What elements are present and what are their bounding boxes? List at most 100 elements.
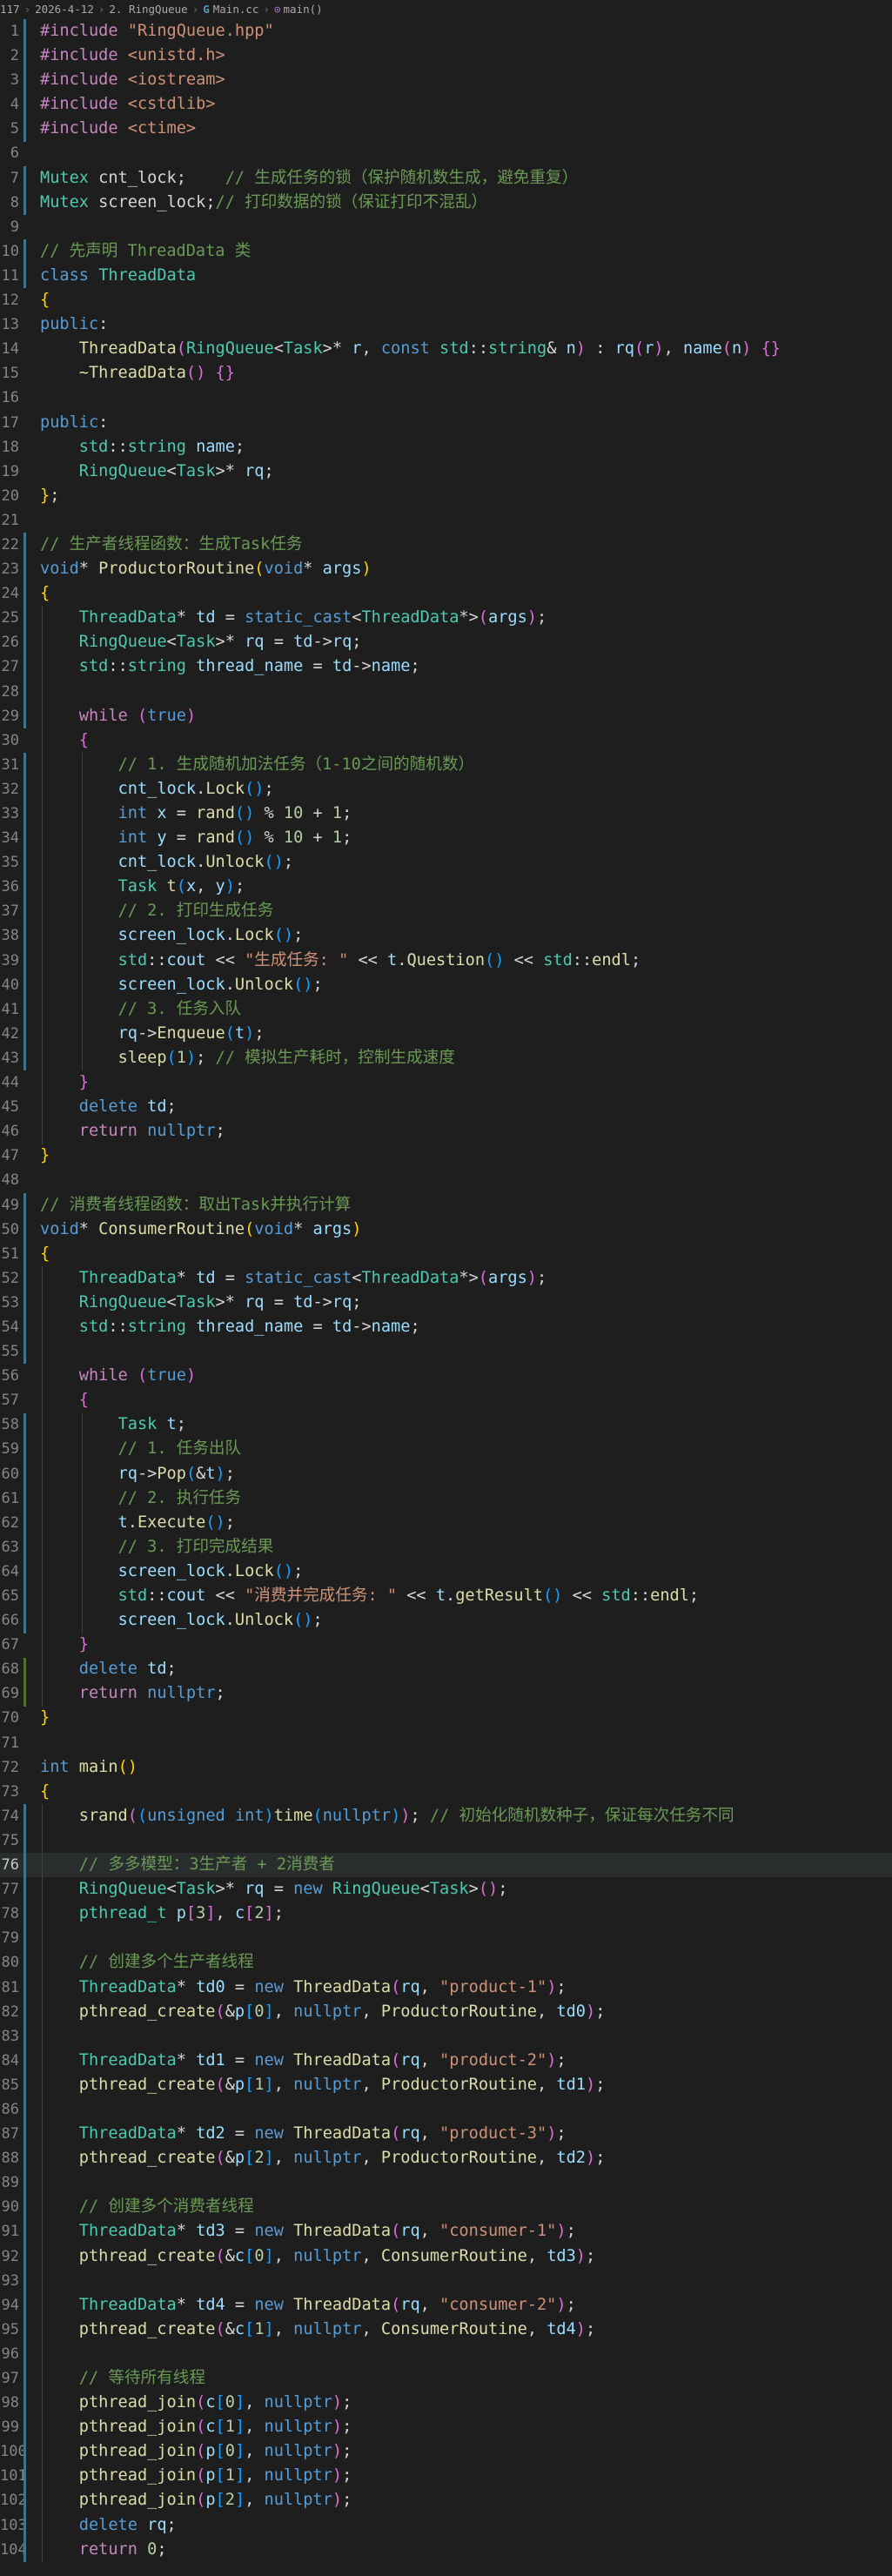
code-line[interactable]: 89	[0, 2170, 892, 2195]
code-line[interactable]: 12 {	[0, 288, 892, 312]
breadcrumb-file[interactable]: Main.cc	[213, 3, 259, 16]
code-line[interactable]: 62 t.Execute();	[0, 1511, 892, 1535]
code-line[interactable]: 35 cnt_lock.Unlock();	[0, 850, 892, 875]
code-line[interactable]: 15 ~ThreadData() {}	[0, 361, 892, 386]
code-line[interactable]: 92 pthread_create(&c[0], nullptr, Consum…	[0, 2244, 892, 2269]
code-line[interactable]: 102 pthread_join(p[2], nullptr);	[0, 2488, 892, 2512]
code-line[interactable]: 76 // 多多模型：3生产者 + 2消费者	[0, 1853, 892, 1878]
code-line[interactable]: 90 // 创建多个消费者线程	[0, 2195, 892, 2219]
code-line[interactable]: 47}	[0, 1144, 892, 1168]
code-line[interactable]: 100 pthread_join(p[0], nullptr);	[0, 2439, 892, 2464]
code-line[interactable]: 104 return 0;	[0, 2538, 892, 2562]
gutter-modified-marker[interactable]	[23, 238, 26, 289]
code-line[interactable]: 69 return nullptr;	[0, 1681, 892, 1706]
code-line[interactable]: 25 ThreadData* td = static_cast<ThreadDa…	[0, 606, 892, 630]
code-line[interactable]: 75	[0, 1828, 892, 1853]
code-line[interactable]: 51 {	[0, 1242, 892, 1266]
code-line[interactable]: 34 int y = rand() % 10 + 1;	[0, 826, 892, 850]
code-line[interactable]: 103 delete rq;	[0, 2513, 892, 2538]
code-line[interactable]: 91 ThreadData* td3 = new ThreadData(rq, …	[0, 2219, 892, 2244]
code-line[interactable]: 99 pthread_join(c[1], nullptr);	[0, 2415, 892, 2439]
code-line[interactable]: 72 int main()	[0, 1755, 892, 1780]
code-line[interactable]: 97 // 等待所有线程	[0, 2366, 892, 2391]
code-line[interactable]: 68 delete td;	[0, 1657, 892, 1681]
code-line[interactable]: 40 screen_lock.Unlock();	[0, 973, 892, 997]
code-line[interactable]: 79	[0, 1926, 892, 1950]
code-line[interactable]: 44 }	[0, 1070, 892, 1095]
code-line[interactable]: 36 Task t(x, y);	[0, 875, 892, 899]
code-line[interactable]: 74 srand((unsigned int)time(nullptr)); /…	[0, 1804, 892, 1828]
code-line[interactable]: 101 pthread_join(p[1], nullptr);	[0, 2464, 892, 2488]
gutter-modified-marker[interactable]	[23, 533, 26, 728]
code-line[interactable]: 1 #include "RingQueue.hpp"	[0, 19, 892, 44]
code-line[interactable]: 49 // 消费者线程函数：取出Task并执行计算	[0, 1193, 892, 1218]
code-line[interactable]: 43 sleep(1); // 模拟生产耗时，控制生成速度	[0, 1046, 892, 1070]
code-line[interactable]: 9	[0, 215, 892, 239]
code-line[interactable]: 20};	[0, 484, 892, 508]
gutter-modified-marker[interactable]	[23, 165, 26, 215]
code-line[interactable]: 71	[0, 1731, 892, 1755]
code-line[interactable]: 77 RingQueue<Task>* rq = new RingQueue<T…	[0, 1877, 892, 1902]
code-line[interactable]: 88 pthread_create(&p[2], nullptr, Produc…	[0, 2146, 892, 2170]
code-line[interactable]: 7 Mutex cnt_lock; // 生成任务的锁（保护随机数生成，避免重复）	[0, 166, 892, 191]
code-line[interactable]: 46 return nullptr;	[0, 1119, 892, 1144]
code-line[interactable]: 67 }	[0, 1633, 892, 1657]
code-line[interactable]: 38 screen_lock.Lock();	[0, 923, 892, 948]
gutter-modified-marker[interactable]	[23, 753, 26, 1071]
code-line[interactable]: 53 RingQueue<Task>* rq = td->rq;	[0, 1291, 892, 1315]
code-line[interactable]: 39 std::cout << "生成任务: " << t.Question()…	[0, 949, 892, 973]
code-line[interactable]: 65 std::cout << "消费并完成任务: " << t.getResu…	[0, 1584, 892, 1608]
code-editor[interactable]: 1 #include "RingQueue.hpp" 2 #include <unis…	[0, 19, 892, 2563]
code-line[interactable]: 81 ThreadData* td0 = new ThreadData(rq, …	[0, 1976, 892, 2000]
code-line[interactable]: 48	[0, 1168, 892, 1192]
code-line[interactable]: 93	[0, 2269, 892, 2293]
code-line[interactable]: 17 public:	[0, 411, 892, 435]
code-line[interactable]: 13 public:	[0, 312, 892, 337]
code-line[interactable]: 56 while (true)	[0, 1364, 892, 1388]
code-line[interactable]: 59 // 1. 任务出队	[0, 1437, 892, 1461]
code-line[interactable]: 4 #include <cstdlib>	[0, 92, 892, 117]
code-line[interactable]: 84 ThreadData* td1 = new ThreadData(rq, …	[0, 2049, 892, 2073]
code-line[interactable]: 85 pthread_create(&p[1], nullptr, Produc…	[0, 2073, 892, 2097]
code-line[interactable]: 29 while (true)	[0, 704, 892, 728]
code-line[interactable]: 24 {	[0, 581, 892, 606]
code-line[interactable]: 54 std::string thread_name = td->name;	[0, 1315, 892, 1339]
code-line[interactable]: 18 std::string name;	[0, 435, 892, 460]
code-line[interactable]: 57 {	[0, 1388, 892, 1412]
code-line[interactable]: 10 // 先声明 ThreadData 类	[0, 239, 892, 264]
code-line[interactable]: 60 rq->Pop(&t);	[0, 1462, 892, 1486]
code-line[interactable]: 33 int x = rand() % 10 + 1;	[0, 802, 892, 826]
code-line[interactable]: 78 pthread_t p[3], c[2];	[0, 1902, 892, 1926]
code-line[interactable]: 41 // 3. 任务入队	[0, 997, 892, 1022]
code-line[interactable]: 3 #include <iostream>	[0, 68, 892, 92]
code-line[interactable]: 58 Task t;	[0, 1412, 892, 1437]
code-line[interactable]: 6	[0, 141, 892, 165]
code-line[interactable]: 70}	[0, 1706, 892, 1730]
code-line[interactable]: 27 std::string thread_name = td->name;	[0, 654, 892, 679]
code-line[interactable]: 31 // 1. 生成随机加法任务（1-10之间的随机数）	[0, 753, 892, 777]
code-line[interactable]: 87 ThreadData* td2 = new ThreadData(rq, …	[0, 2122, 892, 2146]
code-line[interactable]: 73 {	[0, 1780, 892, 1804]
code-line[interactable]: 5 #include <ctime>	[0, 117, 892, 141]
code-line[interactable]: 66 screen_lock.Unlock();	[0, 1608, 892, 1633]
code-line[interactable]: 82 pthread_create(&p[0], nullptr, Produc…	[0, 2000, 892, 2024]
code-line[interactable]: 63 // 3. 打印完成结果	[0, 1535, 892, 1560]
code-line[interactable]: 19 RingQueue<Task>* rq;	[0, 460, 892, 484]
code-line[interactable]: 50 void* ConsumerRoutine(void* args)	[0, 1218, 892, 1242]
code-line[interactable]: 61 // 2. 执行任务	[0, 1486, 892, 1511]
code-line[interactable]: 32 cnt_lock.Lock();	[0, 777, 892, 802]
code-line[interactable]: 52 ThreadData* td = static_cast<ThreadDa…	[0, 1266, 892, 1291]
code-line[interactable]: 42 rq->Enqueue(t);	[0, 1022, 892, 1046]
code-line[interactable]: 95 pthread_create(&c[1], nullptr, Consum…	[0, 2318, 892, 2342]
breadcrumb-symbol[interactable]: main()	[284, 3, 323, 16]
code-line[interactable]: 8 Mutex screen_lock;// 打印数据的锁（保证打印不混乱）	[0, 191, 892, 215]
code-line[interactable]: 96	[0, 2342, 892, 2366]
gutter-modified-marker[interactable]	[23, 1804, 26, 2563]
code-line[interactable]: 94 ThreadData* td4 = new ThreadData(rq, …	[0, 2293, 892, 2318]
gutter-modified-marker[interactable]	[23, 1412, 26, 1633]
code-line[interactable]: 16	[0, 386, 892, 410]
code-line[interactable]: 80 // 创建多个生产者线程	[0, 1950, 892, 1975]
code-line[interactable]: 11 class ThreadData	[0, 264, 892, 288]
code-line[interactable]: 22 // 生产者线程函数：生成Task任务	[0, 533, 892, 557]
code-line[interactable]: 2 #include <unistd.h>	[0, 44, 892, 68]
